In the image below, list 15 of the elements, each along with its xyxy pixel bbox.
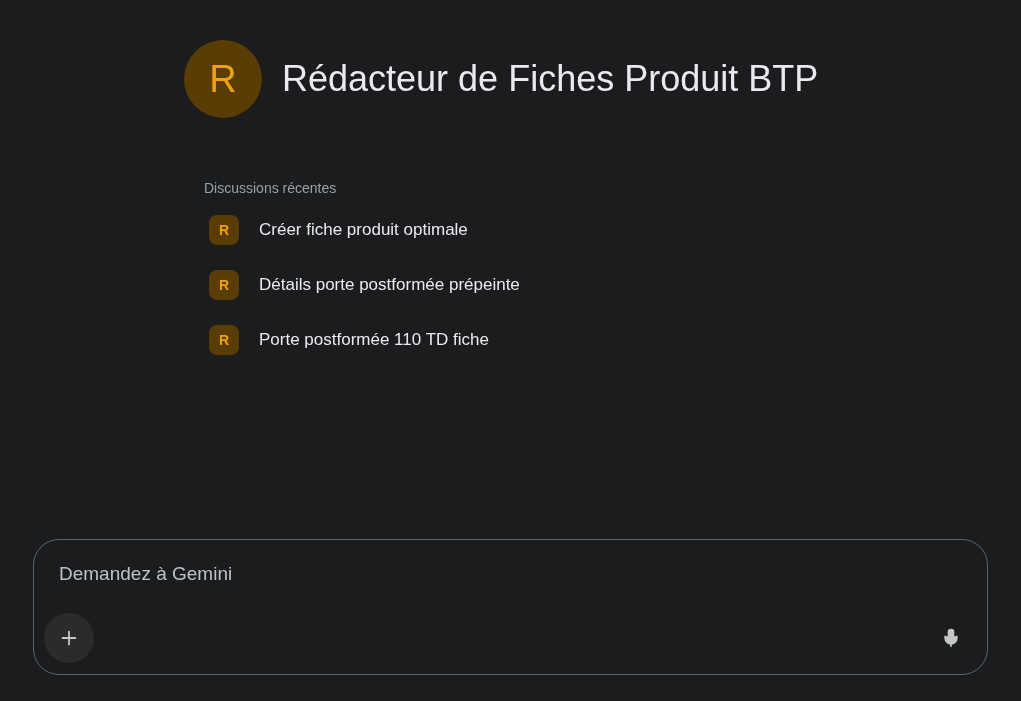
microphone-icon — [941, 628, 961, 648]
prompt-field[interactable]: Demandez à Gemini — [44, 560, 977, 589]
chat-title: Créer fiche produit optimale — [259, 219, 468, 242]
section-heading: Discussions récentes — [204, 179, 338, 198]
recent-chat-item[interactable]: R Porte postformée 110 TD fiche — [209, 325, 1021, 355]
chat-avatar: R — [209, 325, 239, 355]
chat-avatar: R — [209, 215, 239, 245]
avatar: R — [184, 40, 262, 118]
page-title: Rédacteur de Fiches Produit BTP — [282, 57, 819, 101]
chat-avatar: R — [209, 270, 239, 300]
add-button[interactable] — [44, 613, 94, 663]
recent-chat-item[interactable]: R Créer fiche produit optimale — [209, 215, 1021, 245]
recent-chat-item[interactable]: R Détails porte postformée prépeinte — [209, 270, 1021, 300]
chat-title: Détails porte postformée prépeinte — [259, 274, 520, 297]
chat-title: Porte postformée 110 TD fiche — [259, 329, 489, 352]
